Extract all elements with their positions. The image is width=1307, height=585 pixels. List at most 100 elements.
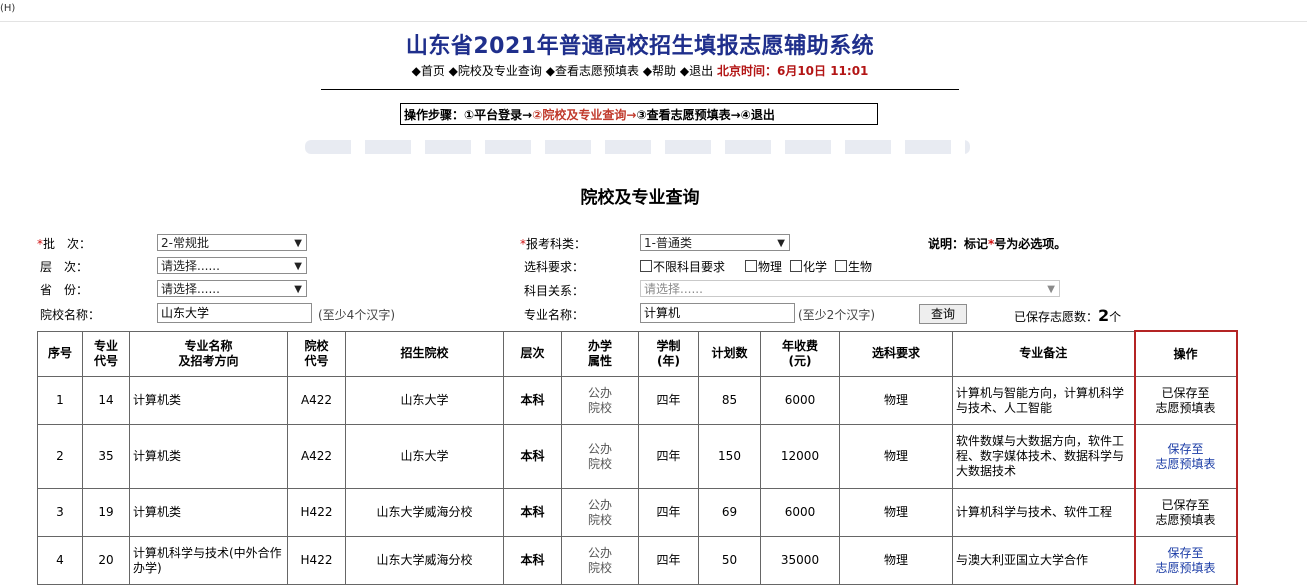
chevron-down-icon: ▼ [294, 284, 302, 295]
cell-fee: 12000 [760, 424, 840, 489]
category-label: *报考科类： [520, 237, 587, 251]
cell-major-code: 14 [82, 376, 130, 425]
cell-remark: 计算机与智能方向，计算机科学与技术、人工智能 [952, 376, 1135, 425]
cell-plan: 85 [698, 376, 761, 425]
saved-count-value: 2 [1098, 306, 1110, 325]
cell-major-code: 20 [82, 536, 130, 585]
menubar-divider [0, 21, 1307, 22]
subject-req-label: 选科要求： [524, 260, 585, 274]
cell-plan: 150 [698, 424, 761, 489]
cell-level: 本科 [503, 488, 562, 537]
col-header-no: 序号 [37, 330, 83, 377]
cell-years: 四年 [638, 376, 699, 425]
cell-remark: 计算机科学与技术、软件工程 [952, 488, 1135, 537]
chevron-down-icon: ▼ [1047, 284, 1055, 295]
chevron-down-icon: ▼ [294, 238, 302, 249]
col-header-major-name: 专业名称 及招考方向 [129, 330, 288, 377]
table-row: 3 19 计算机类 H422 山东大学威海分校 本科 公办 院校 四年 69 60… [37, 488, 1238, 537]
step-1: ①平台登录→ [464, 108, 533, 122]
table-row: 1 14 计算机类 A422 山东大学 本科 公办 院校 四年 85 6000 物… [37, 376, 1238, 425]
cell-school: 山东大学威海分校 [345, 536, 504, 585]
cell-school: 山东大学 [345, 424, 504, 489]
major-hint: (至少2个汉字) [798, 308, 875, 322]
cell-remark: 软件数媒与大数据方向，软件工程、数字媒体技术、数据科学与大数据技术 [952, 424, 1135, 489]
school-hint: (至少4个汉字) [318, 308, 395, 322]
nav-bullet: ◆ [448, 64, 458, 78]
saved-count: 已保存志愿数：2个 [1014, 306, 1122, 325]
cell-years: 四年 [638, 488, 699, 537]
nav-bullet: ◆ [642, 64, 653, 78]
section-title: 院校及专业查询 [580, 188, 700, 208]
province-select[interactable]: 请选择...... ▼ [157, 280, 307, 297]
cell-major-code: 19 [82, 488, 130, 537]
required-note: 说明：标记*号为必选项。 [928, 237, 1067, 251]
relation-select[interactable]: 请选择...... ▼ [640, 280, 1060, 297]
school-label: 院校名称： [40, 308, 101, 322]
steps-prefix: 操作步骤： [404, 108, 465, 122]
table-row: 2 35 计算机类 A422 山东大学 本科 公办 院校 四年 150 12000… [37, 424, 1238, 489]
step-3: ③查看志愿预填表→ [636, 108, 741, 122]
major-label: 专业名称： [524, 308, 585, 322]
batch-select[interactable]: 2-常规批 ▼ [157, 234, 307, 251]
province-label: 省 份： [40, 283, 89, 297]
col-header-years: 学制 (年) [638, 330, 699, 377]
cell-op-saved: 已保存至 志愿预填表 [1133, 376, 1238, 425]
level-select[interactable]: 请选择...... ▼ [157, 257, 307, 274]
cell-years: 四年 [638, 424, 699, 489]
cell-school: 山东大学 [345, 376, 504, 425]
menu-help[interactable]: (H) [0, 3, 15, 14]
cell-attr: 公办 院校 [561, 536, 639, 585]
cell-major-name: 计算机类 [129, 488, 288, 537]
level-label: 层 次： [40, 260, 89, 274]
subject-physics-checkbox[interactable]: 物理 [745, 258, 782, 275]
col-header-remark: 专业备注 [952, 330, 1135, 377]
cell-fee: 6000 [760, 376, 840, 425]
nav-query-link[interactable]: 院校及专业查询 [458, 64, 542, 78]
col-header-operation: 操作 [1133, 330, 1238, 377]
col-header-major-code: 专业 代号 [82, 330, 130, 377]
save-to-preview-link[interactable]: 保存至 志愿预填表 [1155, 442, 1215, 471]
category-select[interactable]: 1-普通类 ▼ [640, 234, 790, 251]
cell-school-code: H422 [287, 536, 346, 585]
cell-attr: 公办 院校 [561, 488, 639, 537]
cell-no: 1 [37, 376, 83, 425]
nav-home-link[interactable]: 首页 [421, 64, 445, 78]
cell-school-code: A422 [287, 376, 346, 425]
cell-level: 本科 [503, 424, 562, 489]
col-header-fee: 年收费 (元) [760, 330, 840, 377]
step-2-current: ②院校及专业查询→ [532, 108, 637, 122]
nav-logout-link[interactable]: 退出 [689, 64, 713, 78]
cell-plan: 50 [698, 536, 761, 585]
table-header-row: 序号 专业 代号 专业名称 及招考方向 院校 代号 招生院校 层次 办学 属性 学制 (年… [37, 330, 1238, 377]
cell-no: 4 [37, 536, 83, 585]
cell-remark: 与澳大利亚国立大学合作 [952, 536, 1135, 585]
chevron-down-icon: ▼ [294, 261, 302, 272]
cell-major-code: 35 [82, 424, 130, 489]
cell-school-code: H422 [287, 488, 346, 537]
step-4: ④退出 [740, 108, 775, 122]
subject-unlimited-checkbox[interactable]: 不限科目要求 [640, 258, 725, 275]
nav-help-link[interactable]: 帮助 [652, 64, 676, 78]
cell-op-saved: 已保存至 志愿预填表 [1133, 488, 1238, 537]
subject-biology-checkbox[interactable]: 生物 [835, 258, 872, 275]
cell-school-code: A422 [287, 424, 346, 489]
steps-box: 操作步骤：①平台登录→②院校及专业查询→③查看志愿预填表→④退出 [400, 103, 878, 125]
major-name-input[interactable]: 计算机 [640, 303, 795, 323]
query-button[interactable]: 查询 [919, 304, 967, 324]
col-header-level: 层次 [503, 330, 562, 377]
col-header-subject: 选科要求 [839, 330, 953, 377]
nav-bullet: ◆ [411, 64, 421, 78]
cell-major-name: 计算机科学与技术(中外合作办学) [129, 536, 288, 585]
chevron-down-icon: ▼ [777, 238, 785, 249]
save-to-preview-link[interactable]: 保存至 志愿预填表 [1155, 546, 1215, 575]
nav-preview-link[interactable]: 查看志愿预填表 [555, 64, 639, 78]
cell-level: 本科 [503, 536, 562, 585]
cell-subject: 物理 [839, 376, 953, 425]
col-header-school-code: 院校 代号 [287, 330, 346, 377]
table-row: 4 20 计算机科学与技术(中外合作办学) H422 山东大学威海分校 本科 公… [37, 536, 1238, 585]
nav-bullet: ◆ [545, 64, 555, 78]
school-name-input[interactable]: 山东大学 [157, 303, 312, 323]
subject-chemistry-checkbox[interactable]: 化学 [790, 258, 827, 275]
blurred-user-info [305, 140, 970, 154]
batch-label: *批 次： [37, 237, 92, 251]
